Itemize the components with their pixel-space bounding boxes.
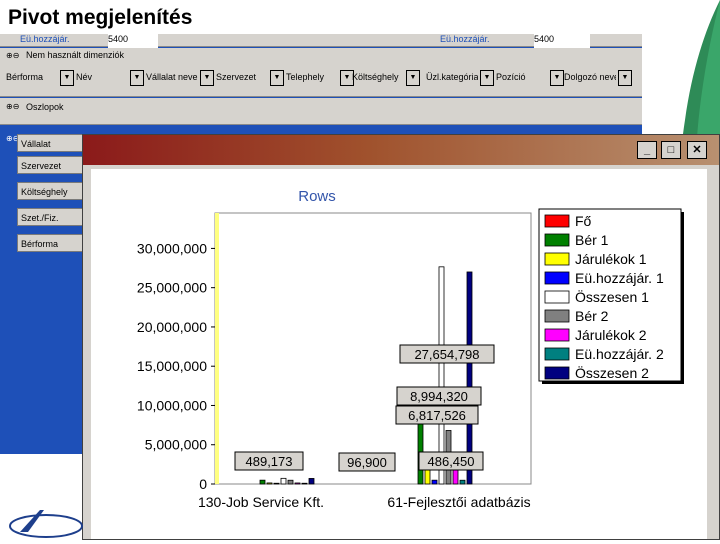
legend-swatch: [544, 366, 570, 380]
y-tick-label: 0: [199, 476, 207, 492]
minimize-button[interactable]: _: [637, 141, 657, 159]
legend-label: Összesen 1: [575, 288, 649, 305]
dropdown-arrow-icon[interactable]: ▼: [270, 70, 284, 86]
data-label: 6,817,526: [408, 408, 466, 423]
legend-label: Bér 2: [575, 308, 609, 324]
data-label: 489,173: [246, 454, 293, 469]
bar: [301, 482, 308, 485]
row-field[interactable]: Költséghely: [17, 182, 83, 200]
company-logo: [9, 510, 83, 538]
dropdown-arrow-icon[interactable]: ▼: [480, 70, 494, 86]
dimension-field[interactable]: Pozíció: [496, 68, 548, 86]
row-field[interactable]: Szervezet: [17, 156, 83, 174]
x-tick-label: 61-Fejlesztői adatbázis: [387, 494, 530, 510]
legend-swatch: [544, 214, 570, 228]
maximize-button[interactable]: □: [661, 141, 681, 159]
legend-label: Járulékok 1: [575, 251, 647, 267]
dropdown-arrow-icon[interactable]: ▼: [200, 70, 214, 86]
dropdown-arrow-icon[interactable]: ▼: [130, 70, 144, 86]
legend-label: Járulékok 2: [575, 327, 647, 343]
unused-dimensions-row: ⊕⊖ Nem használt dimenziók Bérforma ▼ Név ▼ V…: [0, 48, 642, 97]
bar: [459, 479, 466, 485]
legend-label: Bér 1: [575, 232, 609, 248]
y-tick-label: 15,000,000: [137, 358, 207, 374]
legend-swatch: [544, 290, 570, 304]
data-label: 96,900: [347, 455, 387, 470]
dropdown-arrow-icon[interactable]: ▼: [406, 70, 420, 86]
row-field[interactable]: Szet./Fiz.: [17, 208, 83, 226]
dimension-field[interactable]: Vállalat neve: [146, 68, 198, 86]
bar: [259, 479, 266, 485]
y-tick-label: 25,000,000: [137, 280, 207, 296]
expand-collapse-icon[interactable]: ⊕⊖: [6, 51, 24, 61]
data-label: 27,654,798: [414, 347, 479, 362]
close-button[interactable]: ✕: [687, 141, 707, 159]
plot-wall: [215, 213, 219, 484]
chart-title: Rows: [298, 188, 336, 205]
legend-swatch: [544, 309, 570, 323]
dimension-field[interactable]: Dolgozó neve: [564, 68, 616, 86]
legend-label: Eü.hozzájár. 2: [575, 346, 664, 362]
data-label: 486,450: [428, 454, 475, 469]
dimension-field[interactable]: Bérforma: [6, 68, 58, 86]
unused-dimensions-label: Nem használt dimenziók: [26, 50, 125, 60]
bar: [280, 477, 287, 485]
legend-swatch: [544, 328, 570, 342]
dimension-field[interactable]: Szervezet: [216, 68, 268, 86]
dimension-field[interactable]: Költséghely: [352, 68, 404, 86]
dropdown-arrow-icon[interactable]: ▼: [618, 70, 632, 86]
top-field-value-2[interactable]: 5400: [534, 34, 590, 48]
legend-swatch: [544, 271, 570, 285]
data-label: 8,994,320: [410, 389, 468, 404]
legend-label: Összesen 2: [575, 364, 649, 381]
bar: [308, 478, 315, 485]
dimension-field[interactable]: Telephely: [286, 68, 338, 86]
dropdown-arrow-icon[interactable]: ▼: [550, 70, 564, 86]
bar: [294, 482, 301, 485]
bar: [287, 479, 294, 485]
y-tick-label: 30,000,000: [137, 240, 207, 256]
x-tick-label: 130-Job Service Kft.: [198, 494, 324, 510]
columns-label: Oszlopok: [26, 102, 64, 112]
chart-window: _ □ ✕ Rows 0 5,000,000 10,000,000 15,000,000…: [82, 134, 720, 540]
legend-swatch: [544, 252, 570, 266]
bar: [452, 467, 459, 485]
y-tick-label: 10,000,000: [137, 397, 207, 413]
columns-row: ⊕⊖ Oszlopok: [0, 98, 642, 125]
row-field[interactable]: Bérforma: [17, 234, 83, 252]
bar: [266, 482, 273, 485]
dimension-field[interactable]: Üzl.kategória: [426, 68, 478, 86]
legend-swatch: [544, 347, 570, 361]
slide-title: Pivot megjelenítés: [8, 6, 193, 29]
row-field[interactable]: Vállalat: [17, 134, 83, 152]
bar: [438, 266, 445, 485]
y-tick-label: 5,000,000: [145, 437, 207, 453]
legend-label: Fő: [575, 213, 592, 229]
chart-window-titlebar[interactable]: _ □ ✕: [83, 135, 719, 165]
chart-area: Rows 0 5,000,000 10,000,000 15,000,000 20,000…: [91, 169, 707, 539]
legend-label: Eü.hozzájár. 1: [575, 270, 664, 286]
legend-swatch: [544, 233, 570, 247]
expand-collapse-icon[interactable]: ⊕⊖: [6, 102, 24, 112]
bar-chart: Rows 0 5,000,000 10,000,000 15,000,000 20,000…: [137, 188, 684, 510]
dimension-field[interactable]: Név: [76, 68, 128, 86]
y-tick-label: 20,000,000: [137, 319, 207, 335]
bar: [431, 479, 438, 485]
bar: [273, 482, 280, 485]
top-field-label-2: Eü.hozzájár.: [440, 34, 490, 44]
dropdown-arrow-icon[interactable]: ▼: [60, 70, 74, 86]
